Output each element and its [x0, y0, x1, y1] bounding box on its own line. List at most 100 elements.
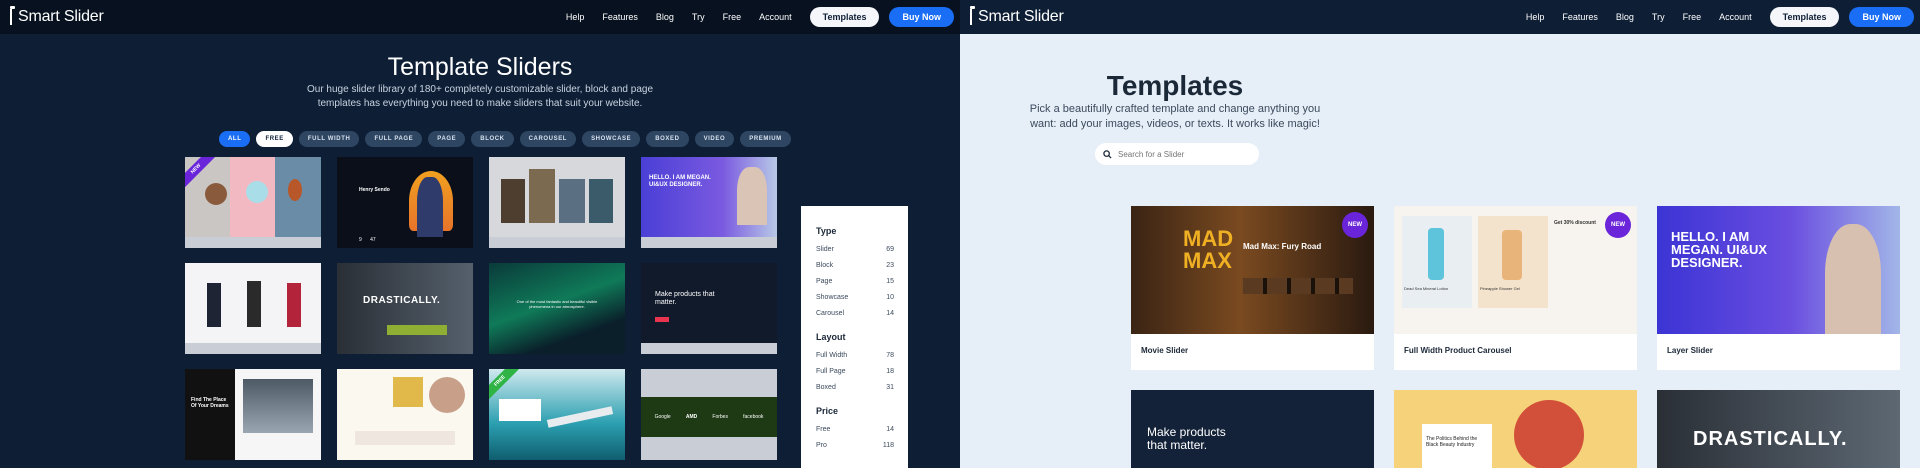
nav-features[interactable]: Features — [1562, 12, 1598, 22]
template-card-beauty[interactable]: The Politics Behind the Black Beauty Ind… — [1394, 390, 1637, 468]
templates-button[interactable]: Templates — [809, 7, 880, 27]
text-panel — [185, 369, 235, 460]
nav-try[interactable]: Try — [692, 12, 705, 22]
nav-blog[interactable]: Blog — [1616, 12, 1634, 22]
filter-all[interactable]: ALL — [219, 131, 251, 147]
filter-page[interactable]: Page 15 — [816, 278, 894, 285]
filter-video[interactable]: VIDEO — [694, 131, 735, 147]
page-title: Template Sliders — [387, 53, 573, 81]
search-input[interactable] — [1118, 149, 1248, 159]
filter-showcase[interactable]: Showcase 10 — [816, 294, 894, 301]
logo-icon — [970, 6, 976, 25]
card-image: Dead Sea Mineral Lotion Pineapple Shower… — [1394, 206, 1637, 334]
nav-blog[interactable]: Blog — [656, 12, 674, 22]
template-tile-drastically[interactable]: DRASTICALLY. — [337, 263, 473, 354]
filter-count: 14 — [886, 426, 894, 433]
template-preview: DRASTICALLY. — [337, 263, 473, 354]
templates-button[interactable]: Templates — [1769, 7, 1840, 27]
search-box[interactable] — [1095, 143, 1259, 165]
nav-account[interactable]: Account — [1719, 12, 1752, 22]
logo-google: Google — [654, 414, 671, 420]
template-tile-aurora[interactable]: One of the most fantastic and beautiful … — [489, 263, 625, 354]
product-strip — [355, 431, 455, 445]
card-image: DRASTICALLY. — [1657, 390, 1900, 468]
filter-full-width[interactable]: Full Width 78 — [816, 352, 894, 359]
template-card-layer-slider[interactable]: HELLO. I AM MEGAN. UI&UX DESIGNER. Layer… — [1657, 206, 1900, 370]
template-card-product-carousel[interactable]: Dead Sea Mineral Lotion Pineapple Shower… — [1394, 206, 1637, 370]
lotion-bottle — [1428, 228, 1444, 280]
card-image: HELLO. I AM MEGAN. UI&UX DESIGNER. — [1657, 206, 1900, 334]
template-tile-megan[interactable]: HELLO. I AM MEGAN. UI&UX DESIGNER. — [641, 157, 777, 248]
model-2 — [247, 281, 261, 327]
template-tile-logos[interactable]: Google AMD Forbes facebook — [641, 369, 777, 460]
filter-carousel[interactable]: Carousel 14 — [816, 310, 894, 317]
filter-label: Carousel — [816, 310, 845, 317]
template-card-movie[interactable]: MAD MAX Mad Max: Fury Road NEW Movie Sli… — [1131, 206, 1374, 370]
photo-2 — [529, 169, 555, 223]
filter-free[interactable]: Free 14 — [816, 426, 894, 433]
filter-boxed[interactable]: BOXED — [646, 131, 689, 147]
template-card-products[interactable]: Make products that matter. — [1131, 390, 1374, 468]
fruit-image — [288, 179, 302, 201]
template-tile-travel[interactable] — [489, 157, 625, 248]
template-tile-kitchen[interactable]: NEW — [185, 157, 321, 248]
filter-page[interactable]: PAGE — [428, 131, 466, 147]
nav-free[interactable]: Free — [1683, 12, 1702, 22]
logo[interactable]: Smart Slider — [10, 6, 104, 26]
template-tile-realestate[interactable]: Find The Place Of Your Dreams — [185, 369, 321, 460]
nav-links: Help Features Blog Try Free Account Temp… — [1526, 7, 1920, 27]
template-tile-fashion[interactable] — [185, 263, 321, 354]
filter-boxed[interactable]: Boxed 31 — [816, 384, 894, 391]
filter-carousel[interactable]: CAROUSEL — [519, 131, 577, 147]
template-tile-henry[interactable]: Henry Sendo 9 47 — [337, 157, 473, 248]
template-tile-shop[interactable] — [337, 369, 473, 460]
nav-free[interactable]: Free — [723, 12, 742, 22]
cta-mark — [655, 317, 669, 322]
filter-block[interactable]: BLOCK — [471, 131, 514, 147]
filter-full-page[interactable]: Full Page 18 — [816, 368, 894, 375]
filter-count: 118 — [882, 442, 894, 449]
filter-slider[interactable]: Slider 69 — [816, 246, 894, 253]
filter-label: Slider — [816, 246, 834, 253]
model-1 — [207, 283, 221, 327]
nav-features[interactable]: Features — [602, 12, 638, 22]
filter-free[interactable]: FREE — [256, 131, 293, 147]
new-badge: NEW — [1342, 212, 1368, 238]
filter-label: Free — [816, 426, 831, 433]
card-image: Make products that matter. — [1131, 390, 1374, 468]
buy-now-button[interactable]: Buy Now — [1849, 7, 1914, 27]
page-subtitle: Our huge slider library of 180+ complete… — [306, 84, 654, 109]
top-navbar: Smart Slider Help Features Blog Try Free… — [960, 0, 1920, 34]
logo[interactable]: Smart Slider — [970, 6, 1064, 26]
filter-full-page[interactable]: FULL PAGE — [365, 131, 423, 147]
thumb-strip — [1243, 278, 1353, 294]
products-headline: Make products that matter. — [1147, 425, 1226, 452]
filter-block[interactable]: Block 23 — [816, 262, 894, 269]
filter-count: 31 — [886, 384, 894, 391]
filter-pro[interactable]: Pro 118 — [816, 442, 894, 449]
nav-account[interactable]: Account — [759, 12, 792, 22]
house-image — [243, 379, 313, 433]
person-figure — [417, 177, 443, 237]
filter-count: 15 — [886, 278, 894, 285]
nav-try[interactable]: Try — [1652, 12, 1665, 22]
template-tile-products[interactable]: Make products that matter. — [641, 263, 777, 354]
filter-count: 14 — [886, 310, 894, 317]
nav-help[interactable]: Help — [566, 12, 585, 22]
filter-full-width[interactable]: FULL WIDTH — [298, 131, 360, 147]
filter-showcase[interactable]: SHOWCASE — [582, 131, 641, 147]
model-image — [429, 377, 465, 413]
logo-facebook: facebook — [743, 414, 764, 420]
logo-amd: AMD — [685, 414, 698, 420]
logo-text: Smart Slider — [18, 8, 104, 25]
template-card-drastically[interactable]: DRASTICALLY. — [1657, 390, 1900, 468]
template-tile-jet[interactable]: FREE — [489, 369, 625, 460]
buy-now-button[interactable]: Buy Now — [889, 7, 954, 27]
nav-help[interactable]: Help — [1526, 12, 1545, 22]
card-image: The Politics Behind the Black Beauty Ind… — [1394, 390, 1637, 468]
templates-title: Templates — [1106, 70, 1244, 101]
movie-subtitle: Mad Max: Fury Road — [1243, 242, 1322, 251]
card-caption: Movie Slider — [1141, 346, 1189, 355]
filter-premium[interactable]: PREMIUM — [740, 131, 791, 147]
text-box — [499, 399, 541, 421]
